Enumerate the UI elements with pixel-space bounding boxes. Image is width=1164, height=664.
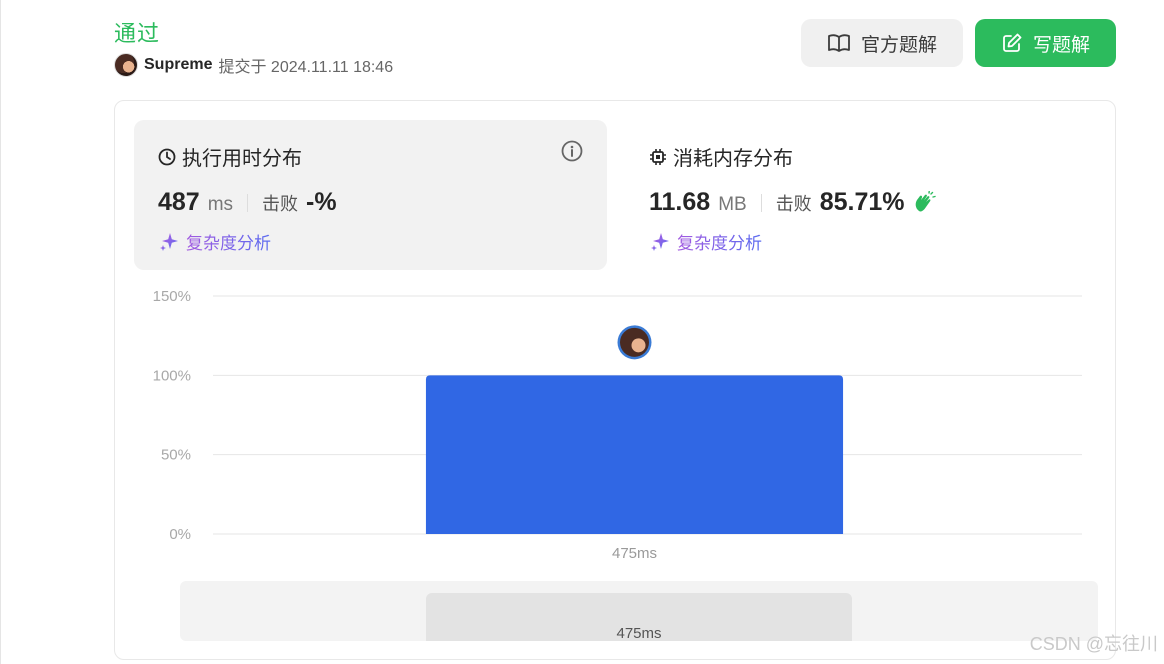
sparkle-icon bbox=[651, 232, 669, 251]
memory-beat-value: 85.71% bbox=[819, 188, 905, 216]
memory-complexity-label: 复杂度分析 bbox=[677, 229, 762, 254]
y-tick-label: 0% bbox=[169, 526, 191, 543]
info-icon[interactable] bbox=[561, 140, 583, 162]
y-tick-label: 100% bbox=[153, 367, 191, 384]
divider bbox=[247, 193, 249, 212]
range-slider-label: 475ms bbox=[616, 625, 662, 642]
submit-time: 提交于 2024.11.11 18:46 bbox=[218, 59, 394, 76]
memory-title-text: 消耗内存分布 bbox=[673, 148, 793, 170]
editorial-label: 官方题解 bbox=[860, 34, 937, 56]
clap-icon bbox=[916, 190, 937, 211]
memory-value: 11.68 bbox=[649, 188, 711, 216]
memory-value-row: 11.68 MB 击败 85.71% bbox=[649, 188, 937, 217]
avatar-marker-face bbox=[631, 338, 646, 353]
write-solution-label: 写题解 bbox=[1032, 34, 1090, 56]
y-tick-label: 50% bbox=[161, 447, 191, 464]
editorial-button[interactable]: 官方题解 bbox=[801, 19, 963, 67]
sparkle-icon bbox=[160, 232, 178, 251]
runtime-value: 487 bbox=[158, 188, 200, 216]
watermark: CSDN @忘往川 bbox=[1029, 634, 1158, 654]
runtime-value-row: 487 ms 击败 -% bbox=[158, 188, 337, 217]
submission-status: 通过 bbox=[114, 21, 161, 46]
range-slider-window[interactable]: 475ms bbox=[426, 593, 852, 642]
range-slider-track[interactable]: 475ms bbox=[180, 581, 1098, 642]
runtime-unit: ms bbox=[207, 194, 234, 215]
clock-icon bbox=[158, 148, 176, 165]
memory-panel[interactable]: 消耗内存分布 11.68 MB 击败 85.71% 复杂度分析 bbox=[625, 120, 1098, 270]
write-solution-button[interactable]: 写题解 bbox=[975, 19, 1116, 67]
runtime-title: 执行用时分布 bbox=[158, 142, 302, 171]
memory-title: 消耗内存分布 bbox=[649, 142, 793, 171]
runtime-beat-label: 击败 bbox=[262, 194, 299, 214]
memory-complexity-link[interactable]: 复杂度分析 bbox=[649, 229, 762, 254]
submission-info: Supreme 提交于 2024.11.11 18:46 bbox=[114, 52, 393, 78]
y-tick-label: 150% bbox=[153, 288, 191, 305]
book-icon bbox=[828, 34, 850, 52]
avatar[interactable] bbox=[114, 53, 138, 77]
username[interactable]: Supreme bbox=[144, 56, 212, 74]
bar bbox=[425, 375, 844, 534]
x-tick-label: 475ms bbox=[612, 545, 657, 562]
runtime-beat-value: -% bbox=[306, 188, 337, 216]
left-border bbox=[0, 0, 1, 664]
runtime-panel[interactable]: 执行用时分布 487 ms 击败 -% 复杂度分析 bbox=[134, 120, 607, 270]
result-card: 执行用时分布 487 ms 击败 -% 复杂度分析 消耗内存分布 11.68 M… bbox=[114, 100, 1116, 660]
edit-icon bbox=[1003, 33, 1022, 52]
chip-icon bbox=[650, 148, 666, 165]
runtime-distribution-chart: 0% 50% 100% 150% 475ms bbox=[153, 288, 1082, 562]
runtime-title-text: 执行用时分布 bbox=[182, 148, 302, 170]
memory-unit: MB bbox=[718, 194, 747, 215]
runtime-complexity-link[interactable]: 复杂度分析 bbox=[158, 229, 271, 254]
memory-beat-label: 击败 bbox=[775, 194, 812, 214]
runtime-complexity-label: 复杂度分析 bbox=[186, 229, 271, 254]
divider bbox=[760, 193, 762, 212]
